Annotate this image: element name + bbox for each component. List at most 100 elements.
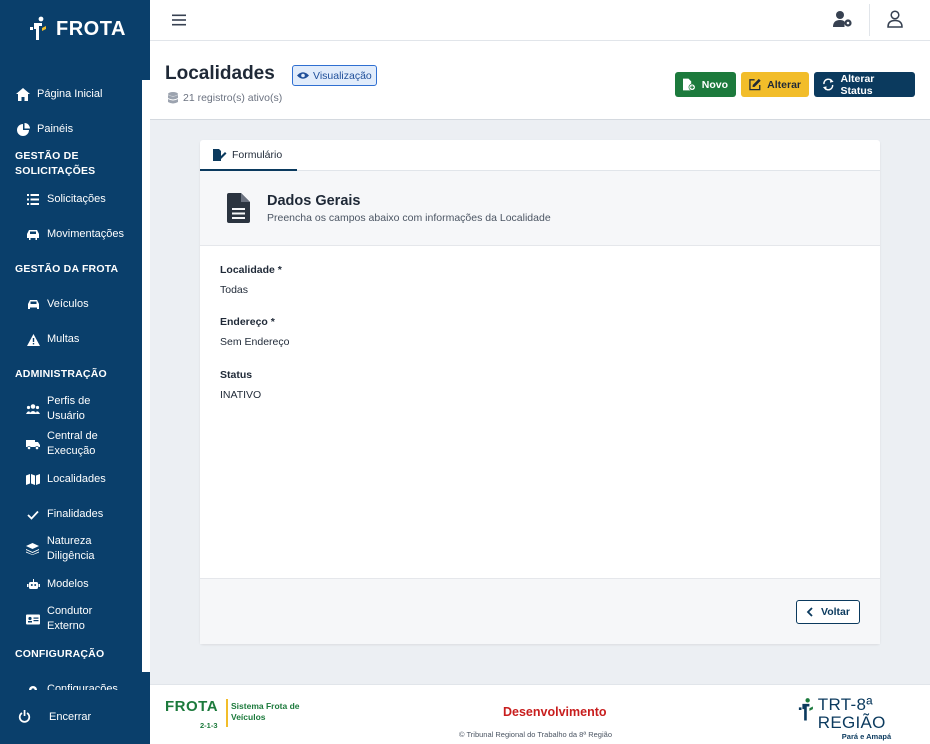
- logout-button[interactable]: Encerrar: [18, 710, 91, 723]
- new-button-label: Novo: [701, 78, 728, 91]
- tabs: Formulário: [200, 140, 880, 171]
- records-count: 21 registro(s) ativo(s): [168, 92, 282, 104]
- field-value-endereco: Sem Endereço: [220, 336, 290, 348]
- sidebar-item-pagina-inicial[interactable]: Página Inicial: [16, 87, 102, 102]
- pie-chart-icon: [16, 123, 30, 137]
- environment-label: Desenvolvimento: [503, 705, 607, 719]
- section-configuracao: CONFIGURAÇÃO: [15, 648, 105, 660]
- records-label: 21 registro(s) ativo(s): [183, 92, 283, 104]
- change-status-button[interactable]: Alterar Status: [814, 72, 915, 97]
- sidebar-item-veiculos[interactable]: Veículos: [26, 297, 89, 312]
- topbar-divider: [869, 4, 870, 36]
- sidebar-item-localidades[interactable]: Localidades: [26, 472, 106, 487]
- footer-brand-name: FROTA: [165, 698, 219, 715]
- sidebar-item-label: Central de Execução: [47, 430, 98, 457]
- copyright: © Tribunal Regional do Trabalho da 8ª Re…: [459, 730, 612, 739]
- field-label-endereco: Endereço *: [220, 316, 275, 328]
- section-gestao-solicitacoes: GESTÃO DE SOLICITAÇÕES: [15, 150, 96, 177]
- footer-system-name: Sistema Frota de Veículos: [231, 701, 300, 722]
- sidebar-item-paineis[interactable]: Painéis: [16, 122, 73, 137]
- robot-icon: [26, 578, 40, 592]
- footer-brand: FROTA: [165, 698, 218, 716]
- sidebar-item-multas[interactable]: Multas: [26, 332, 79, 347]
- edit-button-label: Alterar: [767, 78, 801, 91]
- org-sub: Pará e Amapá: [841, 732, 892, 741]
- sidebar-item-label: Localidades: [47, 473, 106, 485]
- sidebar-item-configuracoes[interactable]: Configurações: [26, 682, 118, 690]
- car-icon: [26, 228, 40, 242]
- section-subtitle: Preencha os campos abaixo com informaçõe…: [267, 212, 551, 224]
- org-name: TRT-8ª REGIÃO: [817, 695, 886, 732]
- page-header: Localidades Visualização 21 registro(s) …: [150, 41, 930, 120]
- sidebar-item-label: Finalidades: [47, 508, 104, 520]
- field-value-status: INATIVO: [220, 389, 262, 401]
- sidebar-item-label: Configurações: [47, 683, 118, 690]
- user-icon[interactable]: [887, 10, 903, 28]
- sidebar-item-central-execucao[interactable]: Central de Execução: [26, 429, 106, 459]
- sidebar-item-finalidades[interactable]: Finalidades: [26, 507, 103, 522]
- field-label-localidade: Localidade *: [220, 264, 282, 276]
- sidebar-item-natureza-diligencia[interactable]: Natureza Diligência: [26, 534, 106, 564]
- file-plus-icon: [683, 78, 696, 91]
- sidebar-item-movimentacoes[interactable]: Movimentações: [26, 227, 124, 242]
- sidebar-item-label: Modelos: [47, 578, 89, 590]
- sidebar-scrollbar[interactable]: [142, 80, 150, 672]
- hamburger-icon[interactable]: [172, 13, 186, 27]
- user-gear-icon[interactable]: [833, 10, 853, 28]
- app-logo[interactable]: FROTA: [28, 16, 126, 42]
- change-status-button-label: Alterar Status: [840, 72, 875, 97]
- tab-label: Formulário: [232, 148, 283, 161]
- database-icon: [168, 92, 178, 104]
- new-button[interactable]: Novo: [675, 72, 736, 97]
- section-administracao: ADMINISTRAÇÃO: [15, 368, 107, 380]
- sidebar-item-modelos[interactable]: Modelos: [26, 577, 89, 592]
- footer-version: 2-1-3: [200, 721, 218, 730]
- mode-badge-label: Visualização: [313, 69, 372, 82]
- shipping-icon: [26, 437, 40, 451]
- home-icon: [16, 88, 30, 102]
- id-card-icon: [26, 612, 40, 626]
- section-gestao-frota: GESTÃO DA FROTA: [15, 263, 119, 275]
- list-icon: [26, 193, 40, 207]
- logout-label: Encerrar: [49, 710, 92, 723]
- document-icon: [227, 193, 250, 223]
- eye-icon: [297, 72, 309, 79]
- sidebar-item-label: Natureza Diligência: [46, 535, 95, 562]
- map-icon: [26, 473, 40, 487]
- sidebar-item-label: Condutor Externo: [47, 605, 93, 632]
- users-icon: [26, 402, 40, 416]
- field-value-localidade: Todas: [220, 284, 249, 296]
- sidebar-nav: Página Inicial Painéis GESTÃO DE SOLICIT…: [0, 80, 142, 690]
- sidebar-item-perfis-usuario[interactable]: Perfis de Usuário: [26, 394, 106, 424]
- chevron-left-icon: [806, 607, 813, 617]
- car-icon: [26, 298, 40, 312]
- form-card: Formulário Dados Gerais Preencha os camp…: [200, 140, 880, 644]
- sidebar-item-label: Solicitações: [47, 193, 106, 205]
- section-header: Dados Gerais Preencha os campos abaixo c…: [200, 171, 880, 246]
- org-logo: TRT-8ª REGIÃO Pará e Amapá: [798, 696, 930, 741]
- check-icon: [26, 508, 40, 522]
- footer: FROTA 2-1-3 Sistema Frota de Veículos De…: [150, 684, 930, 744]
- section-title: Dados Gerais: [267, 193, 361, 209]
- warning-icon: [26, 333, 40, 347]
- sidebar-item-condutor-externo[interactable]: Condutor Externo: [26, 604, 106, 634]
- sidebar-item-label: Veículos: [47, 298, 89, 310]
- power-icon: [18, 710, 31, 723]
- sidebar-item-label: Multas: [47, 333, 80, 345]
- app-name: FROTA: [56, 17, 126, 40]
- topbar: [150, 0, 930, 41]
- page-title: Localidades: [165, 63, 275, 84]
- layers-icon: [26, 542, 40, 556]
- footer-separator: [226, 699, 228, 727]
- mode-badge: Visualização: [292, 65, 377, 86]
- sidebar-item-label: Movimentações: [47, 228, 125, 240]
- edit-button[interactable]: Alterar: [741, 72, 809, 97]
- back-button[interactable]: Voltar: [796, 600, 860, 624]
- sidebar-item-label: Perfis de Usuário: [47, 395, 91, 422]
- field-label-status: Status: [220, 369, 253, 381]
- frota-logo-icon: [30, 16, 46, 40]
- sidebar-item-solicitacoes[interactable]: Solicitações: [26, 192, 106, 207]
- tab-formulario[interactable]: Formulário: [200, 140, 297, 171]
- trt-logo-icon: [798, 698, 813, 721]
- edit-icon: [749, 78, 761, 91]
